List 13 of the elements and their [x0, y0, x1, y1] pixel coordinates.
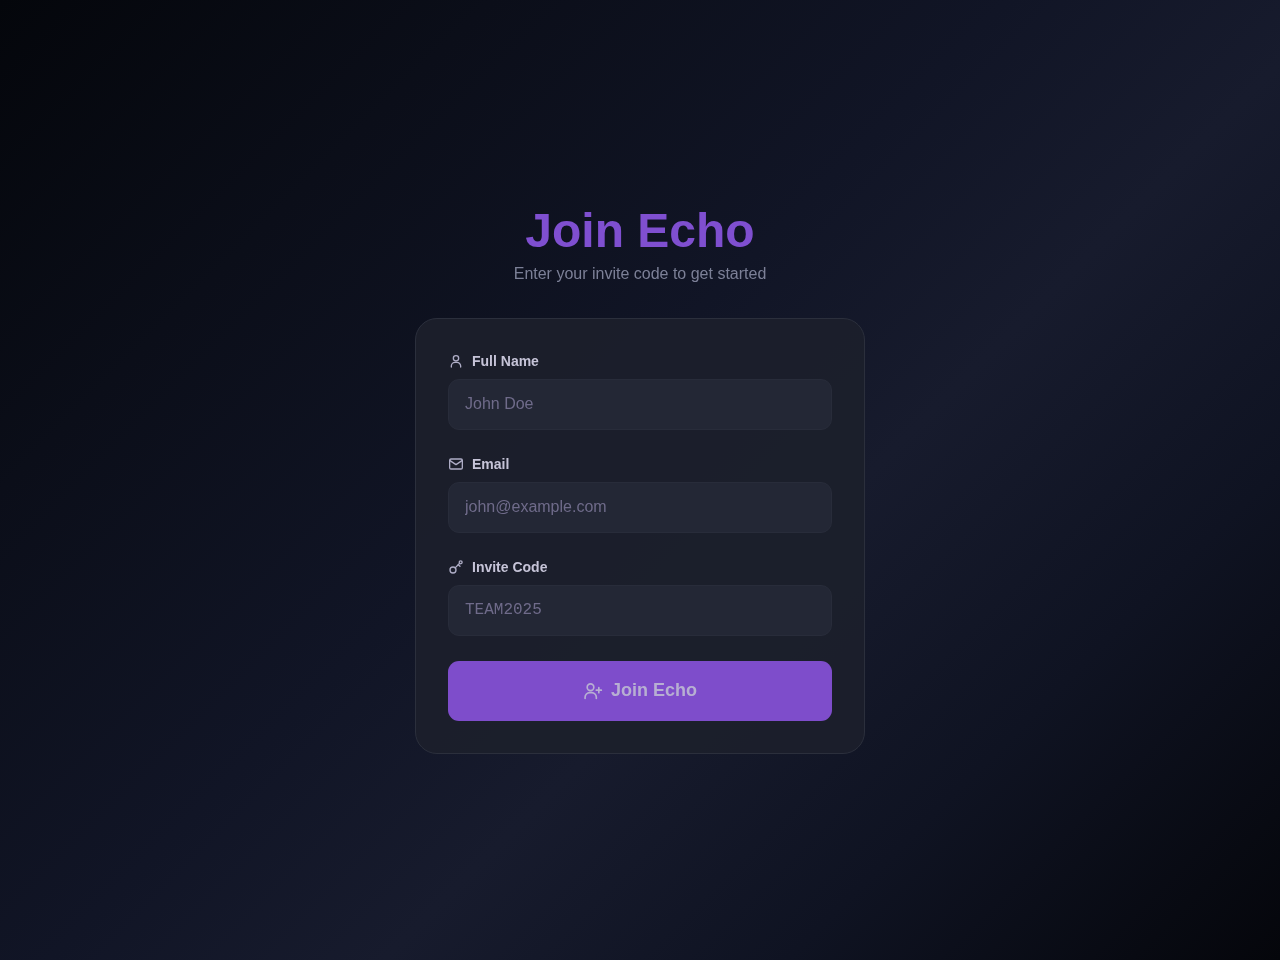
page-title: Join Echo — [525, 202, 755, 259]
key-icon — [448, 558, 464, 575]
user-plus-icon — [583, 680, 603, 701]
person-icon — [448, 352, 464, 369]
input-field[interactable]: TEAM2025 — [448, 584, 832, 636]
input-field[interactable]: John Doe — [448, 378, 832, 430]
page-subtitle: Enter your invite code to get started — [513, 263, 767, 284]
envelope-icon — [448, 455, 464, 472]
field-label: Invite Code — [472, 557, 548, 577]
join-button[interactable]: Join Echo — [448, 660, 832, 721]
field-label: Full Name — [472, 351, 539, 371]
field-label: Email — [472, 454, 510, 474]
input-field[interactable]: john@example.com — [448, 481, 832, 533]
